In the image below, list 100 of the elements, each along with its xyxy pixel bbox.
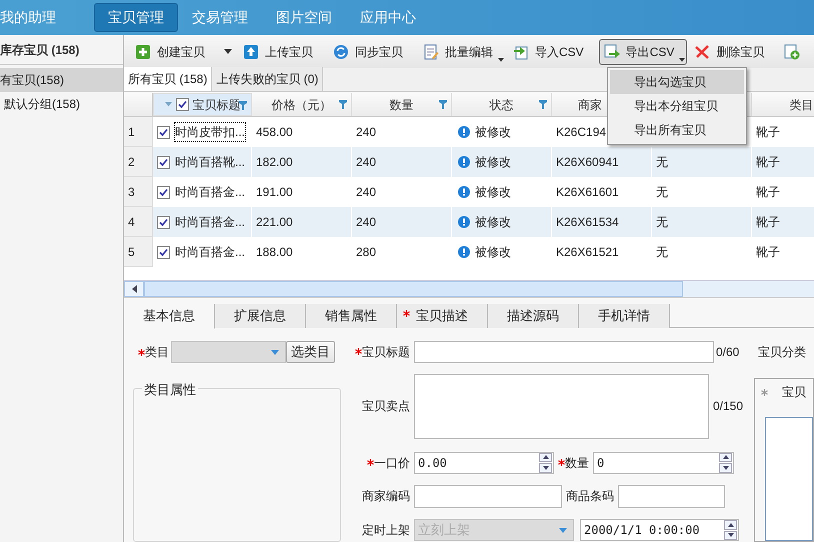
select-category-button[interactable]: 选类目 (286, 341, 335, 363)
toolbar-button[interactable]: 批量编辑 (418, 38, 506, 64)
number-field[interactable]: 0.00 (414, 452, 554, 474)
table-cell-text: 靴子 (756, 214, 780, 231)
nav-tab[interactable]: 宝贝管理 (94, 3, 178, 32)
detail-tab[interactable]: 手机详情 (579, 304, 670, 328)
caret-icon (224, 49, 232, 54)
required-icon (138, 348, 145, 356)
field-label: 商品条码 (566, 488, 614, 506)
barcode-input[interactable] (618, 484, 725, 508)
table-cell-text: 时尚百搭靴... (175, 154, 246, 171)
caret-icon (679, 58, 686, 62)
column-header[interactable]: 状态 (490, 96, 514, 114)
spin-buttons[interactable] (724, 520, 737, 540)
field-label: 类目 (145, 344, 169, 361)
table-cell-text: 182.00 (256, 154, 293, 171)
sync-icon (333, 44, 349, 60)
classification-list[interactable] (765, 417, 813, 541)
char-counter: 0/150 (713, 398, 744, 416)
required-icon (355, 348, 362, 356)
table-cell-text: K26X61601 (556, 184, 619, 201)
toolbar-button[interactable]: 同步宝贝 (328, 38, 416, 64)
horizontal-scrollbar[interactable] (124, 280, 814, 297)
table-cell-text: K26C194 (556, 124, 606, 141)
table-cell-text: 靴子 (756, 124, 780, 141)
table-cell-text: 280 (356, 244, 376, 261)
list-tab[interactable]: 上传失败的宝贝 (0) (212, 67, 324, 91)
detail-tab[interactable]: 描述源码 (488, 304, 579, 328)
document-plus-icon (784, 44, 800, 60)
detail-tab[interactable]: 扩展信息 (215, 304, 306, 328)
field-label: 宝贝卖点 (362, 398, 410, 416)
number-field[interactable]: 0 (593, 452, 734, 474)
filter-icon[interactable] (239, 101, 247, 110)
table-cell-text: 240 (356, 184, 376, 201)
sort-icon (164, 102, 172, 107)
checkbox[interactable] (157, 126, 170, 138)
scroll-left-icon[interactable] (132, 285, 136, 293)
table-cell-text: 时尚百搭金... (175, 214, 246, 231)
info-icon (458, 216, 470, 228)
info-icon (458, 126, 470, 138)
checkbox[interactable] (157, 186, 170, 198)
toolbar-button[interactable]: 创建宝贝 (130, 38, 218, 64)
table-cell-text: 458.00 (256, 124, 293, 141)
table-cell-text: K26X60941 (556, 154, 619, 171)
title-input[interactable] (414, 340, 714, 363)
merchant-code-input[interactable] (414, 484, 562, 508)
detail-tab[interactable]: 基本信息 (124, 304, 215, 329)
table-cell: 时尚皮带扣... (175, 123, 246, 141)
table-cell-text: 靴子 (756, 244, 780, 261)
menu-item[interactable]: 导出勾选宝贝 (610, 70, 744, 94)
filter-icon[interactable] (439, 100, 447, 109)
column-header[interactable]: 价格（元） (272, 96, 332, 114)
dropdown-icon (271, 350, 279, 354)
menu-item[interactable]: 导出所有宝贝 (610, 118, 744, 142)
field-label: 定时上架 (362, 522, 410, 540)
row-number: 3 (124, 177, 153, 207)
sidebar-item[interactable]: 默认分组(158) (0, 92, 123, 116)
column-header[interactable]: 数量 (390, 96, 414, 114)
row-number: 5 (124, 237, 153, 267)
table-cell-text: 被修改 (475, 244, 511, 261)
table-cell-text: 靴子 (756, 154, 780, 171)
table-cell-text: 靴子 (756, 184, 780, 201)
table-cell-text: 无 (656, 184, 668, 201)
table-cell-text: 被修改 (475, 214, 511, 231)
detail-tab[interactable]: 销售属性 (306, 304, 397, 328)
table-cell-text: 240 (356, 154, 376, 171)
toolbar-button[interactable]: 上传宝贝 (238, 38, 326, 64)
table-cell-text: 无 (656, 154, 668, 171)
info-icon (458, 156, 470, 168)
checkbox[interactable] (176, 98, 188, 111)
table-cell-text: K26X61521 (556, 244, 619, 261)
selling-points-textarea[interactable] (414, 374, 709, 439)
spin-buttons[interactable] (719, 452, 732, 473)
checkbox[interactable] (157, 216, 170, 228)
sidebar-item[interactable]: 有宝贝(158) (0, 68, 123, 92)
filter-icon[interactable] (339, 100, 347, 109)
required-icon (761, 388, 768, 396)
table-cell-text: 191.00 (256, 184, 293, 201)
toolbar-button[interactable]: 删除宝贝 (689, 38, 778, 64)
dropdown-icon (559, 528, 567, 533)
table-cell-text: 时尚百搭金... (175, 244, 246, 261)
row-number: 4 (124, 207, 153, 237)
table-cell-text: 时尚百搭金... (175, 184, 246, 201)
menu-item[interactable]: 导出本分组宝贝 (610, 94, 744, 118)
caret-icon (498, 58, 504, 62)
spin-buttons[interactable] (539, 452, 552, 473)
toolbar-button[interactable]: 导出CSV (598, 38, 688, 64)
panel-title: 宝贝 (782, 384, 806, 401)
checkbox[interactable] (157, 156, 170, 168)
detail-tab[interactable]: 宝贝描述 (397, 304, 488, 328)
table-cell-text: 无 (656, 244, 668, 261)
document-pencil-icon (423, 44, 439, 60)
column-header[interactable]: 类目 (790, 96, 814, 114)
field-label: 数量 (565, 454, 589, 472)
column-header[interactable]: 商家 (578, 96, 602, 114)
checkbox[interactable] (157, 246, 170, 258)
toolbar-button[interactable]: 导入CSV (508, 38, 597, 64)
field-label: 宝贝分类 (758, 344, 807, 361)
filter-icon[interactable] (539, 100, 547, 109)
list-tab[interactable]: 所有宝贝 (158) (124, 67, 212, 91)
